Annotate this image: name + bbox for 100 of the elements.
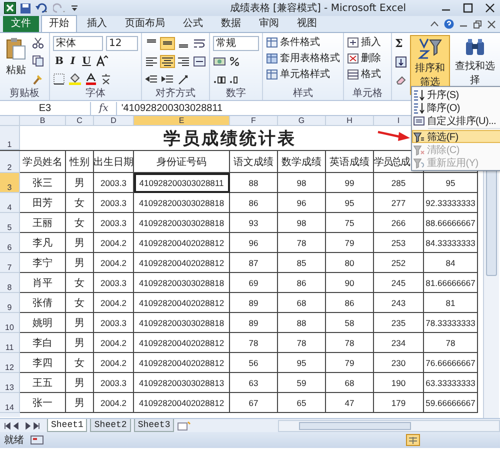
- currency-icon[interactable]: [213, 56, 226, 66]
- ribbon-tab[interactable]: 视图: [289, 15, 325, 32]
- file-tab[interactable]: 文件: [3, 16, 39, 32]
- ribbon-tab[interactable]: 审阅: [251, 15, 287, 32]
- close-icon[interactable]: [484, 2, 496, 14]
- eraser-icon[interactable]: [395, 74, 407, 86]
- orientation-icon[interactable]: [177, 74, 190, 84]
- copy-icon[interactable]: [32, 55, 46, 67]
- table-style-icon: [266, 52, 278, 64]
- column-heading[interactable]: G: [278, 116, 326, 126]
- font-style-button[interactable]: B: [53, 56, 66, 66]
- help-icon[interactable]: [444, 19, 454, 29]
- format-painter-icon[interactable]: [32, 73, 44, 85]
- fill-color-icon[interactable]: [68, 73, 82, 85]
- row-heading[interactable]: 7: [0, 253, 20, 273]
- table-cell: 88: [230, 173, 278, 193]
- menu-item[interactable]: 筛选(F): [412, 130, 500, 143]
- table-cell: 410928200402028812: [134, 353, 230, 373]
- phonetic-icon[interactable]: [100, 73, 112, 85]
- column-heading[interactable]: D: [94, 116, 134, 126]
- style-menu-button[interactable]: 条件格式: [266, 35, 340, 49]
- macro-record-icon[interactable]: [30, 435, 44, 445]
- font-color-icon[interactable]: [85, 73, 97, 85]
- table-cell: 2003.3: [94, 313, 134, 333]
- cells-menu-button[interactable]: 格式: [347, 67, 388, 81]
- table-cell: 63: [230, 373, 278, 393]
- style-menu-button[interactable]: 套用表格格式: [266, 51, 340, 65]
- autosum-button[interactable]: Σ: [395, 37, 407, 50]
- align-icon[interactable]: [161, 38, 174, 48]
- row-heading[interactable]: 6: [0, 233, 20, 253]
- collapse-ribbon-icon[interactable]: [430, 20, 439, 28]
- table-cell: 410928200303028813: [134, 373, 230, 393]
- column-heading[interactable]: B: [20, 116, 66, 126]
- sheet-tab[interactable]: Sheet1: [47, 419, 88, 432]
- binoculars-icon: [464, 37, 486, 57]
- column-heading[interactable]: F: [230, 116, 278, 126]
- ribbon-tab[interactable]: 开始: [41, 15, 77, 32]
- row-heading[interactable]: 11: [0, 333, 20, 353]
- wrap-text-icon[interactable]: [193, 38, 206, 48]
- cells-menu-button[interactable]: 插入: [347, 35, 388, 49]
- fill-down-icon[interactable]: [395, 56, 407, 68]
- increase-indent-icon[interactable]: [161, 74, 174, 84]
- normal-view-icon[interactable]: [406, 434, 420, 446]
- maximize-icon[interactable]: [462, 2, 474, 14]
- row-heading[interactable]: 1: [0, 126, 20, 150]
- insert-function-button[interactable]: fx: [91, 102, 116, 114]
- row-heading[interactable]: 2: [0, 151, 20, 173]
- border-icon[interactable]: [53, 73, 65, 85]
- column-heading[interactable]: H: [326, 116, 374, 126]
- number-format-dropdown[interactable]: 常规: [213, 36, 260, 50]
- close-icon[interactable]: [487, 20, 496, 28]
- customize-menu-icon[interactable]: [71, 4, 78, 12]
- column-heading[interactable]: E: [134, 116, 230, 126]
- row-heading[interactable]: 12: [0, 353, 20, 373]
- decimal-icon[interactable]: [213, 74, 226, 84]
- scissors-icon[interactable]: [32, 37, 44, 49]
- font-name-dropdown[interactable]: 宋体: [53, 36, 103, 50]
- grow-font-icon[interactable]: [96, 55, 108, 67]
- excel-logo-icon[interactable]: [4, 2, 16, 14]
- ribbon-tab[interactable]: 页面布局: [117, 15, 173, 32]
- ribbon-tab[interactable]: 插入: [79, 15, 115, 32]
- table-cell: 410928200303028818: [134, 213, 230, 233]
- save-icon[interactable]: [20, 2, 31, 14]
- row-heading[interactable]: 8: [0, 273, 20, 293]
- row-heading[interactable]: 14: [0, 393, 20, 413]
- cells-menu-button[interactable]: 删除: [347, 51, 388, 65]
- row-heading[interactable]: 4: [0, 193, 20, 213]
- row-heading[interactable]: 3: [0, 173, 20, 193]
- row-heading[interactable]: 5: [0, 213, 20, 233]
- font-style-button[interactable]: I: [68, 56, 78, 66]
- table-cell: 2003.3: [94, 373, 134, 393]
- group-label: 字体: [84, 88, 107, 100]
- percent-icon[interactable]: [229, 56, 240, 66]
- decrease-indent-icon[interactable]: [145, 74, 158, 84]
- name-box[interactable]: E3: [0, 102, 91, 114]
- sheet-tab[interactable]: Sheet2: [90, 419, 131, 432]
- table-cell: 75: [326, 213, 374, 233]
- style-menu-button[interactable]: 单元格样式: [266, 67, 340, 81]
- row-heading[interactable]: 10: [0, 313, 20, 333]
- row-heading[interactable]: 13: [0, 373, 20, 393]
- font-size-dropdown[interactable]: 12: [106, 36, 138, 50]
- ribbon-tab[interactable]: 公式: [175, 15, 211, 32]
- menu-item[interactable]: 降序(O): [412, 101, 500, 114]
- sheet-tab[interactable]: Sheet3: [134, 419, 174, 432]
- align-icon[interactable]: [161, 56, 174, 66]
- restore-icon[interactable]: [473, 20, 482, 28]
- ribbon-tab[interactable]: 数据: [213, 15, 249, 32]
- row-heading[interactable]: 9: [0, 293, 20, 313]
- table-cell: 410928200303028818: [134, 273, 230, 293]
- column-heading[interactable]: C: [66, 116, 94, 126]
- paste-button[interactable]: 粘贴: [3, 35, 29, 88]
- horizontal-scrollbar[interactable]: [278, 420, 500, 432]
- undo-icon[interactable]: [35, 2, 49, 14]
- align-icon[interactable]: [177, 56, 190, 66]
- font-style-button[interactable]: U: [80, 56, 93, 66]
- merge-cells-icon[interactable]: [193, 56, 206, 66]
- menu-item[interactable]: 自定义排序(U)...: [412, 114, 500, 127]
- new-sheet-icon[interactable]: [177, 420, 192, 430]
- table-cell: 男: [66, 233, 94, 253]
- align-icon[interactable]: [145, 56, 158, 66]
